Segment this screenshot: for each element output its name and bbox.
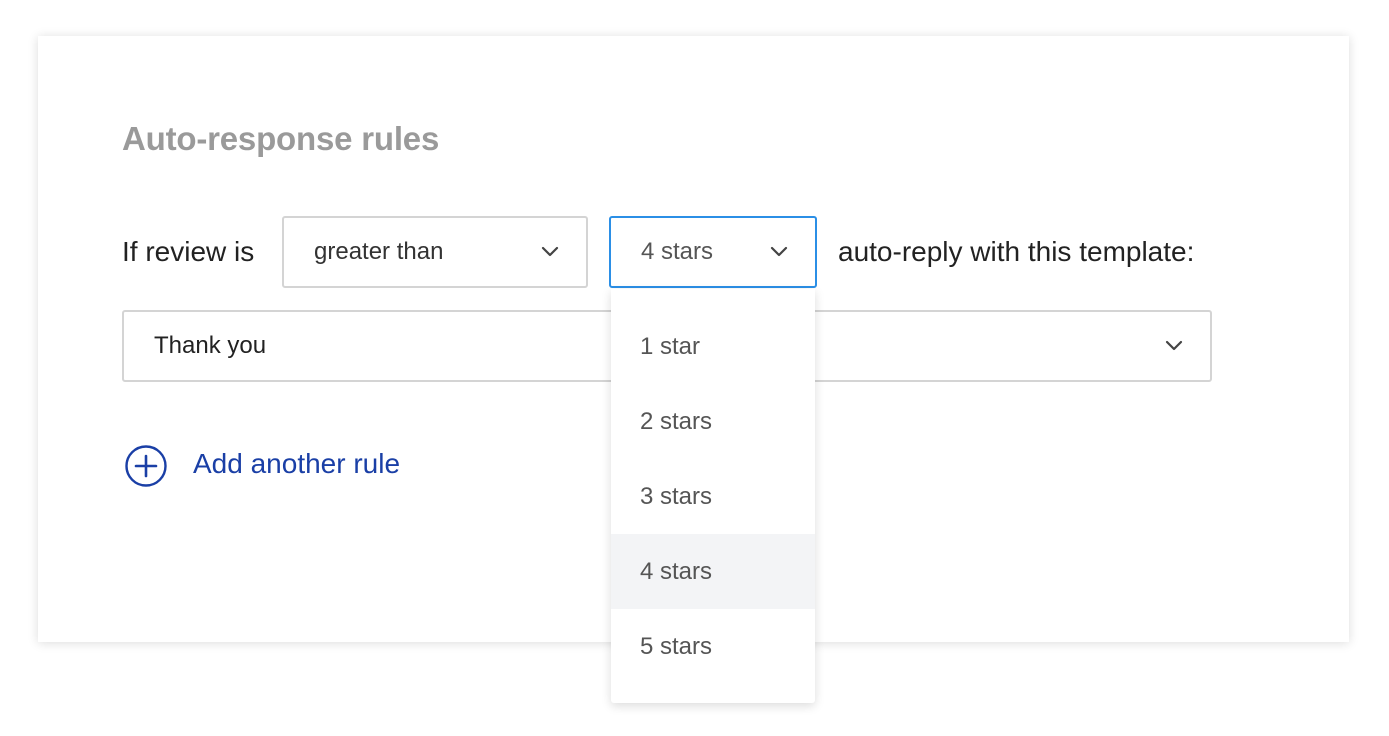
stars-dropdown-menu: 1 star 2 stars 3 stars 4 stars 5 stars — [611, 289, 815, 703]
plus-circle-icon — [125, 445, 167, 487]
dropdown-option-1-star[interactable]: 1 star — [611, 309, 815, 384]
dropdown-option-4-stars[interactable]: 4 stars — [611, 534, 815, 609]
page-title: Auto-response rules — [122, 120, 440, 157]
chevron-down-icon — [1165, 340, 1183, 351]
stars-select-value: 4 stars — [641, 238, 714, 265]
stars-select[interactable]: 4 stars — [609, 216, 817, 288]
dropdown-option-3-stars[interactable]: 3 stars — [611, 459, 815, 534]
operator-select[interactable]: greater than — [282, 216, 588, 288]
dropdown-option-2-stars[interactable]: 2 stars — [611, 384, 815, 459]
rule-prefix-label: If review is — [122, 236, 255, 267]
rule-suffix-label: auto-reply with this template: — [838, 236, 1195, 267]
add-rule-label: Add another rule — [193, 448, 401, 479]
operator-select-value: greater than — [314, 238, 444, 265]
dropdown-option-5-stars[interactable]: 5 stars — [611, 609, 815, 684]
chevron-down-icon — [541, 246, 559, 257]
template-select-value: Thank you — [154, 332, 267, 359]
chevron-down-icon — [770, 246, 788, 257]
